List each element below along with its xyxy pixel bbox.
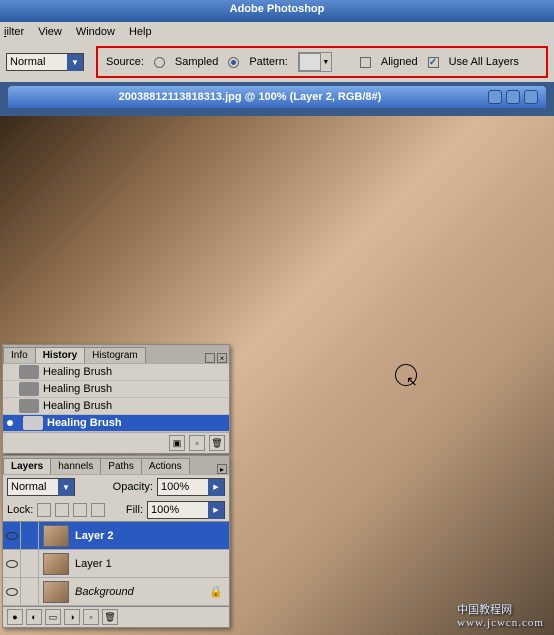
healing-brush-icon (19, 365, 39, 379)
delete-layer-icon[interactable]: 🗑 (102, 609, 118, 625)
panel-close-icon[interactable]: × (217, 353, 227, 363)
visibility-toggle-icon[interactable] (3, 522, 21, 550)
maximize-button[interactable] (506, 90, 520, 104)
slider-arrow-icon[interactable]: ▶ (208, 479, 224, 496)
history-list: Healing Brush Healing Brush Healing Brus… (3, 363, 229, 432)
pattern-label: Pattern: (249, 56, 288, 68)
history-item-selected[interactable]: Healing Brush (3, 415, 229, 432)
tab-actions[interactable]: Actions (141, 458, 190, 474)
menu-help[interactable]: Help (129, 26, 152, 38)
healing-brush-icon (23, 416, 43, 430)
dropdown-arrow-icon[interactable]: ▼ (67, 54, 83, 71)
healing-brush-icon (19, 382, 39, 396)
healing-brush-icon (19, 399, 39, 413)
fill-label: Fill: (126, 504, 143, 516)
layer-blend-dropdown[interactable]: ▼ (7, 478, 75, 496)
dropdown-arrow-icon[interactable]: ▼ (58, 479, 74, 496)
layer-row[interactable]: Layer 1 (3, 550, 229, 578)
tab-histogram[interactable]: Histogram (84, 347, 146, 363)
layer-name[interactable]: Background (73, 586, 134, 598)
document-titlebar: 20038812113818313.jpg @ 100% (Layer 2, R… (8, 86, 546, 108)
aligned-label: Aligned (381, 56, 418, 68)
pattern-dropdown-icon[interactable]: ▼ (321, 53, 331, 71)
sampled-radio[interactable] (154, 57, 165, 68)
pattern-radio[interactable] (228, 57, 239, 68)
layers-panel: Layers hannels Paths Actions ▸ ▼ Opacity… (2, 455, 230, 628)
slider-arrow-icon[interactable]: ▶ (208, 502, 224, 519)
lock-transparency-icon[interactable] (37, 503, 51, 517)
tab-info[interactable]: Info (3, 347, 36, 363)
history-marker-icon (7, 420, 13, 426)
layer-thumbnail[interactable] (43, 553, 69, 575)
layer-row[interactable]: Background 🔒 (3, 578, 229, 606)
layer-name[interactable]: Layer 2 (73, 530, 114, 542)
minimize-button[interactable] (488, 90, 502, 104)
menu-window[interactable]: Window (76, 26, 115, 38)
close-button[interactable] (524, 90, 538, 104)
adjustment-layer-icon[interactable]: ◑ (64, 609, 80, 625)
panel-minimize-icon[interactable] (205, 353, 215, 363)
layers-footer: ● ◐ ▭ ◑ ▫ 🗑 (3, 606, 229, 627)
source-label: Source: (106, 56, 144, 68)
link-toggle[interactable] (21, 550, 39, 578)
panel-menu-icon[interactable]: ▸ (217, 464, 227, 474)
source-options-highlight: Source: Sampled Pattern: ▼ Aligned ✓ Use… (96, 46, 548, 78)
menu-filter[interactable]: iilter (4, 26, 24, 38)
visibility-toggle-icon[interactable] (3, 578, 21, 606)
opacity-label: Opacity: (113, 481, 153, 493)
layers-list: Layer 2 Layer 1 Background 🔒 (3, 522, 229, 606)
lock-label: Lock: (7, 504, 33, 516)
blend-mode-dropdown[interactable]: ▼ (6, 53, 84, 71)
fill-field[interactable]: ▶ (147, 501, 225, 519)
tab-history[interactable]: History (35, 347, 85, 363)
layer-mask-icon[interactable]: ◐ (26, 609, 42, 625)
watermark: 中国教程网 www.jcwcn.com (457, 601, 544, 629)
layer-style-icon[interactable]: ● (7, 609, 23, 625)
layer-thumbnail[interactable] (43, 581, 69, 603)
lock-position-icon[interactable] (73, 503, 87, 517)
history-item[interactable]: Healing Brush (3, 381, 229, 398)
history-item[interactable]: Healing Brush (3, 364, 229, 381)
link-toggle[interactable] (21, 522, 39, 550)
layers-tabs: Layers hannels Paths Actions ▸ (3, 456, 229, 474)
layer-options-row: ▼ Opacity: ▶ (3, 474, 229, 499)
layer-thumbnail[interactable] (43, 525, 69, 547)
history-footer: ▣ ▫ 🗑 (3, 432, 229, 453)
use-all-layers-checkbox[interactable]: ✓ (428, 57, 439, 68)
use-all-layers-label: Use All Layers (449, 56, 519, 68)
delete-icon[interactable]: 🗑 (209, 435, 225, 451)
history-item[interactable]: Healing Brush (3, 398, 229, 415)
tab-channels[interactable]: hannels (50, 458, 101, 474)
visibility-toggle-icon[interactable] (3, 550, 21, 578)
layer-row-selected[interactable]: Layer 2 (3, 522, 229, 550)
menu-view[interactable]: View (38, 26, 62, 38)
blend-mode-field[interactable] (7, 56, 67, 68)
new-layer-icon[interactable]: ▫ (83, 609, 99, 625)
brush-cursor-icon (395, 364, 417, 386)
new-document-icon[interactable]: ▫ (189, 435, 205, 451)
app-title: Adobe Photoshop (230, 3, 325, 15)
new-set-icon[interactable]: ▭ (45, 609, 61, 625)
pattern-picker[interactable]: ▼ (298, 52, 332, 72)
tab-paths[interactable]: Paths (100, 458, 142, 474)
aligned-checkbox[interactable] (360, 57, 371, 68)
lock-icon: 🔒 (209, 585, 223, 598)
new-snapshot-icon[interactable]: ▣ (169, 435, 185, 451)
tab-layers[interactable]: Layers (3, 458, 51, 474)
pattern-swatch (299, 53, 321, 71)
layer-lock-row: Lock: Fill: ▶ (3, 499, 229, 522)
app-titlebar: Adobe Photoshop (0, 0, 554, 22)
lock-all-icon[interactable] (91, 503, 105, 517)
menubar: iilter View Window Help (0, 22, 554, 42)
document-title: 20038812113818313.jpg @ 100% (Layer 2, R… (16, 91, 484, 103)
link-toggle[interactable] (21, 578, 39, 606)
opacity-field[interactable]: ▶ (157, 478, 225, 496)
lock-pixels-icon[interactable] (55, 503, 69, 517)
layer-name[interactable]: Layer 1 (73, 558, 112, 570)
options-bar: ▼ Source: Sampled Pattern: ▼ Aligned ✓ U… (0, 42, 554, 82)
history-tabs: Info History Histogram × (3, 345, 229, 363)
sampled-label: Sampled (175, 56, 218, 68)
history-panel: Info History Histogram × Healing Brush H… (2, 344, 230, 454)
